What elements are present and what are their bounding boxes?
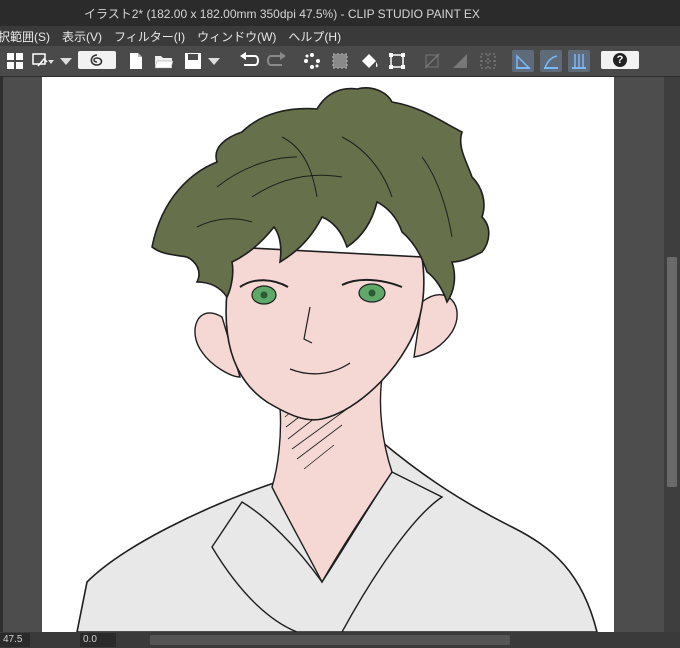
character-illustration (76, 87, 598, 632)
save-options-chevron-icon[interactable] (205, 50, 223, 72)
command-bar: ? (0, 46, 680, 77)
help-icon: ? (613, 53, 627, 67)
menu-view[interactable]: 表示(V) (62, 28, 102, 45)
draw-ruler-icon[interactable] (449, 50, 471, 72)
ribbon-menu-icon[interactable] (32, 50, 54, 72)
clip-studio-logo-icon[interactable] (78, 51, 116, 69)
left-pupil (260, 291, 268, 299)
horizontal-scrollbar[interactable] (150, 635, 510, 645)
rotation-field[interactable]: 0.0 (80, 633, 116, 647)
snap-ruler-icon[interactable] (512, 50, 534, 72)
title-bar: イラスト2* (182.00 x 182.00mm 350dpi 47.5%) … (0, 0, 680, 26)
menu-selection[interactable]: 択範囲(S) (0, 28, 50, 45)
left-panel-edge (0, 77, 3, 648)
vertical-scrollbar[interactable] (664, 77, 680, 648)
help-button[interactable]: ? (601, 51, 639, 69)
undo-icon[interactable] (238, 50, 260, 72)
fill-icon[interactable] (358, 50, 380, 72)
status-bar: 47.5 0.0 (0, 632, 680, 648)
selection-icon[interactable] (329, 50, 351, 72)
vertical-scrollbar-thumb[interactable] (667, 257, 677, 487)
save-icon[interactable] (182, 50, 204, 72)
menu-bar: 択範囲(S) 表示(V) フィルター(I) ウィンドウ(W) ヘルプ(H) (0, 26, 680, 46)
drawing-canvas[interactable] (42, 77, 614, 632)
ruler-off-icon[interactable] (421, 50, 443, 72)
new-file-icon[interactable] (125, 50, 147, 72)
grid-toggle-icon[interactable] (477, 50, 499, 72)
chevron-down-icon[interactable] (57, 50, 75, 72)
transform-dots-icon[interactable] (301, 50, 323, 72)
right-pupil (368, 289, 376, 297)
menu-filter[interactable]: フィルター(I) (114, 28, 185, 45)
right-gutter (614, 77, 664, 648)
snap-grid-icon[interactable] (568, 50, 590, 72)
face (225, 246, 425, 421)
scale-icon[interactable] (386, 50, 408, 72)
window-title: イラスト2* (182.00 x 182.00mm 350dpi 47.5%) … (84, 6, 480, 21)
open-file-icon[interactable] (153, 50, 175, 72)
menu-window[interactable]: ウィンドウ(W) (197, 28, 276, 45)
menu-help[interactable]: ヘルプ(H) (288, 28, 341, 45)
redo-icon[interactable] (266, 50, 288, 72)
grid-layout-icon[interactable] (4, 50, 26, 72)
zoom-field[interactable]: 47.5 (0, 633, 30, 647)
snap-special-ruler-icon[interactable] (540, 50, 562, 72)
